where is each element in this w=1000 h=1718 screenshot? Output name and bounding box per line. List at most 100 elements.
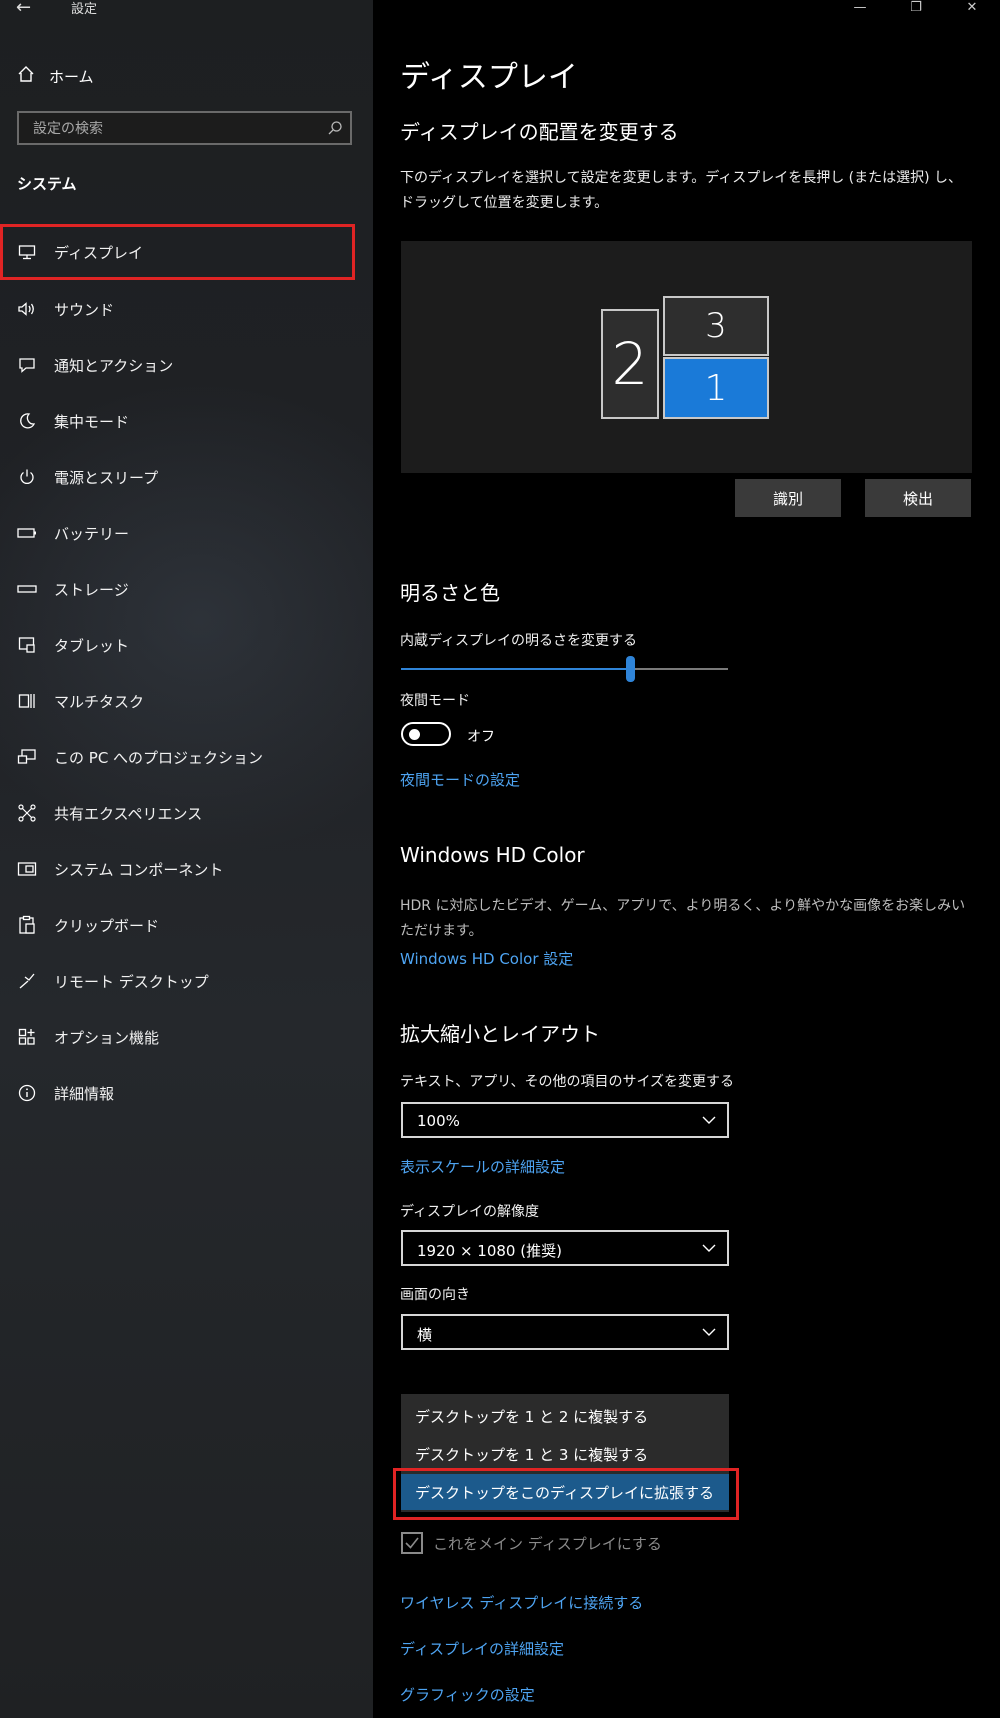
arrange-heading: ディスプレイの配置を変更する bbox=[400, 120, 679, 144]
sidebar: ← 設定 ホーム システム ディスプレイ サウンド 通知とアクション bbox=[0, 0, 373, 1718]
brightness-heading: 明るさと色 bbox=[400, 581, 500, 605]
make-main-display-label: これをメイン ディスプレイにする bbox=[433, 1535, 662, 1553]
sidebar-item-projection[interactable]: この PC へのプロジェクション bbox=[0, 729, 373, 785]
sidebar-item-label: ストレージ bbox=[54, 580, 129, 599]
resolution-dropdown[interactable]: 1920 × 1080 (推奨) bbox=[401, 1230, 729, 1266]
sidebar-item-multitask[interactable]: マルチタスク bbox=[0, 673, 373, 729]
sidebar-item-label: この PC へのプロジェクション bbox=[54, 748, 264, 767]
menu-item-label: デスクトップを 1 と 2 に複製する bbox=[415, 1407, 649, 1426]
notification-icon bbox=[17, 355, 37, 375]
minimize-button[interactable]: — bbox=[832, 0, 888, 18]
sidebar-item-storage[interactable]: ストレージ bbox=[0, 561, 373, 617]
orientation-label: 画面の向き bbox=[400, 1287, 470, 1303]
menu-item-label: デスクトップを 1 と 3 に複製する bbox=[415, 1445, 649, 1464]
sidebar-item-clipboard[interactable]: クリップボード bbox=[0, 897, 373, 953]
display-arrangement-area: 2 3 1 bbox=[401, 241, 972, 473]
section-label-system: システム bbox=[17, 175, 77, 193]
brightness-slider[interactable] bbox=[401, 656, 728, 682]
back-arrow-icon[interactable]: ← bbox=[16, 0, 31, 18]
advanced-scaling-link[interactable]: 表示スケールの詳細設定 bbox=[400, 1156, 565, 1177]
sidebar-item-power-sleep[interactable]: 電源とスリープ bbox=[0, 449, 373, 505]
sidebar-item-label: 詳細情報 bbox=[54, 1084, 115, 1103]
power-icon bbox=[17, 467, 37, 487]
sidebar-item-optional-features[interactable]: オプション機能 bbox=[0, 1009, 373, 1065]
chevron-down-icon bbox=[701, 1240, 717, 1260]
sidebar-item-label: マルチタスク bbox=[54, 692, 145, 711]
settings-search-box[interactable] bbox=[17, 111, 352, 145]
scale-layout-heading: 拡大縮小とレイアウト bbox=[400, 1022, 600, 1046]
storage-icon bbox=[17, 579, 37, 599]
hd-color-description: HDR に対応したビデオ、ゲーム、アプリで、より明るく、より鮮やかな画像をお楽し… bbox=[400, 898, 966, 939]
remote-desktop-icon bbox=[17, 971, 37, 991]
page-title: ディスプレイ bbox=[400, 60, 578, 95]
sidebar-item-label: タブレット bbox=[54, 636, 130, 655]
sidebar-item-label: バッテリー bbox=[54, 524, 130, 543]
clipboard-icon bbox=[17, 915, 37, 935]
detect-button[interactable]: 検出 bbox=[865, 479, 971, 517]
scale-dropdown[interactable]: 100% bbox=[401, 1102, 729, 1138]
restore-button[interactable]: ❐ bbox=[888, 0, 944, 18]
window-controls: — ❐ ✕ bbox=[832, 0, 1000, 18]
sidebar-item-label: リモート デスクトップ bbox=[54, 972, 209, 991]
annotation-highlight-box bbox=[393, 1468, 739, 1520]
advanced-display-settings-link[interactable]: ディスプレイの詳細設定 bbox=[400, 1638, 564, 1659]
brightness-slider-label: 内蔵ディスプレイの明るさを変更する bbox=[400, 633, 638, 649]
settings-search-input[interactable] bbox=[19, 113, 325, 145]
night-mode-settings-link[interactable]: 夜間モードの設定 bbox=[400, 769, 520, 790]
projection-icon bbox=[17, 747, 37, 767]
sidebar-item-label: オプション機能 bbox=[54, 1028, 160, 1047]
info-icon bbox=[17, 1083, 37, 1103]
tablet-icon bbox=[17, 635, 37, 655]
menu-item-duplicate-1-3[interactable]: デスクトップを 1 と 3 に複製する bbox=[401, 1436, 729, 1472]
hd-color-settings-link[interactable]: Windows HD Color 設定 bbox=[400, 948, 573, 969]
search-icon[interactable] bbox=[326, 119, 344, 141]
sidebar-item-focus-mode[interactable]: 集中モード bbox=[0, 393, 373, 449]
graphics-settings-link[interactable]: グラフィックの設定 bbox=[400, 1684, 535, 1705]
orientation-dropdown[interactable]: 横 bbox=[401, 1314, 729, 1350]
orientation-dropdown-value: 横 bbox=[417, 1326, 433, 1344]
wireless-display-link[interactable]: ワイヤレス ディスプレイに接続する bbox=[400, 1592, 643, 1613]
checkmark-icon bbox=[405, 1537, 419, 1549]
app-title: 設定 bbox=[71, 2, 98, 17]
identify-button[interactable]: 識別 bbox=[735, 479, 841, 517]
sidebar-item-tablet[interactable]: タブレット bbox=[0, 617, 373, 673]
night-mode-toggle[interactable] bbox=[401, 722, 451, 746]
sidebar-item-system-components[interactable]: システム コンポーネント bbox=[0, 841, 373, 897]
sidebar-item-shared-experiences[interactable]: 共有エクスペリエンス bbox=[0, 785, 373, 841]
make-main-display-checkbox[interactable] bbox=[401, 1532, 423, 1554]
sidebar-item-label: 集中モード bbox=[54, 412, 130, 431]
battery-icon bbox=[17, 523, 37, 543]
sidebar-item-notifications[interactable]: 通知とアクション bbox=[0, 337, 373, 393]
chevron-down-icon bbox=[701, 1112, 717, 1132]
text-size-label: テキスト、アプリ、その他の項目のサイズを変更する bbox=[400, 1074, 735, 1090]
monitor-3-tile[interactable]: 3 bbox=[663, 296, 769, 356]
sidebar-item-label: ディスプレイ bbox=[54, 243, 143, 262]
sidebar-item-sound[interactable]: サウンド bbox=[0, 281, 373, 337]
monitor-1-tile[interactable]: 1 bbox=[663, 357, 769, 419]
resolution-label: ディスプレイの解像度 bbox=[400, 1204, 540, 1220]
night-mode-label: 夜間モード bbox=[400, 693, 470, 709]
components-icon bbox=[17, 859, 37, 879]
sidebar-item-about[interactable]: 詳細情報 bbox=[0, 1065, 373, 1121]
hd-color-heading: Windows HD Color bbox=[400, 843, 585, 867]
sidebar-item-label: サウンド bbox=[54, 300, 115, 319]
menu-item-duplicate-1-2[interactable]: デスクトップを 1 と 2 に複製する bbox=[401, 1398, 729, 1434]
sidebar-item-label: 共有エクスペリエンス bbox=[54, 804, 203, 823]
titlebar: ← 設定 bbox=[0, 0, 373, 20]
close-button[interactable]: ✕ bbox=[944, 0, 1000, 18]
night-mode-state: オフ bbox=[467, 729, 495, 745]
resolution-dropdown-value: 1920 × 1080 (推奨) bbox=[417, 1242, 562, 1260]
monitor-2-tile[interactable]: 2 bbox=[601, 309, 659, 419]
sidebar-item-display[interactable]: ディスプレイ bbox=[0, 224, 355, 280]
brightness-slider-fill bbox=[401, 668, 630, 670]
multitask-icon bbox=[17, 691, 37, 711]
brightness-slider-thumb[interactable] bbox=[625, 656, 635, 682]
shared-experience-icon bbox=[17, 803, 37, 823]
sidebar-item-remote-desktop[interactable]: リモート デスクトップ bbox=[0, 953, 373, 1009]
sidebar-item-battery[interactable]: バッテリー bbox=[0, 505, 373, 561]
sidebar-item-label: 通知とアクション bbox=[54, 356, 174, 375]
display-settings-pane: — ❐ ✕ ディスプレイ ディスプレイの配置を変更する 下のディスプレイを選択し… bbox=[373, 0, 1000, 1718]
home-nav-item[interactable]: ホーム bbox=[17, 62, 94, 90]
sidebar-item-label: 電源とスリープ bbox=[54, 468, 159, 487]
home-icon bbox=[17, 65, 35, 87]
